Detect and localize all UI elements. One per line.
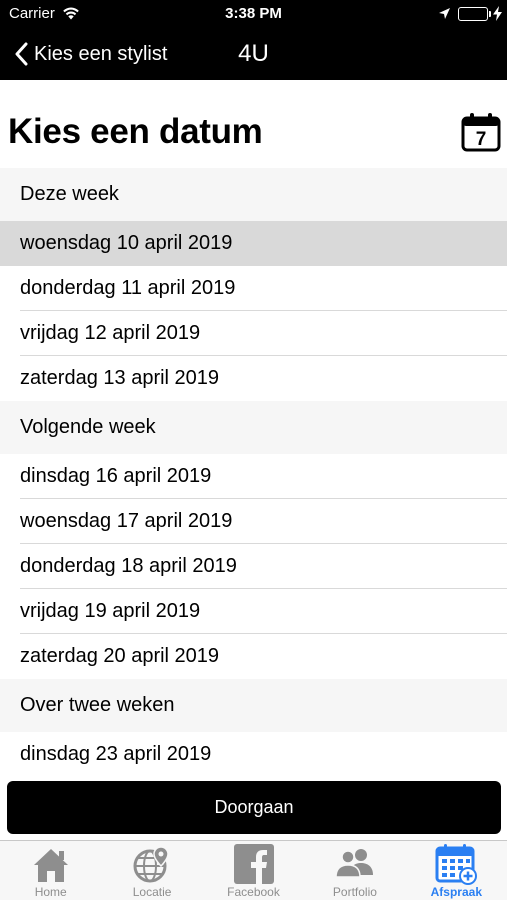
status-time: 3:38 PM (225, 5, 282, 22)
page-header: Kies een datum 7 (0, 80, 507, 168)
continue-button[interactable]: Doorgaan (7, 781, 501, 834)
date-row[interactable]: zaterdag 20 april 2019 (0, 634, 507, 679)
home-icon (29, 843, 73, 885)
date-row[interactable]: vrijdag 19 april 2019 (0, 589, 507, 634)
battery-tip (489, 11, 491, 17)
tab-label-locatie: Locatie (132, 885, 172, 899)
location-arrow-icon (438, 7, 451, 25)
calendar-add-icon (434, 843, 478, 885)
tab-home[interactable]: Home (0, 841, 101, 900)
date-row[interactable]: dinsdag 23 april 2019 (0, 732, 507, 777)
tab-portfolio[interactable]: Portfolio (304, 841, 405, 900)
tab-label-afspraak: Afspraak (430, 885, 482, 899)
tab-label-portfolio: Portfolio (332, 885, 377, 899)
date-row[interactable]: woensdag 10 april 2019 (0, 221, 507, 266)
chevron-left-icon (15, 42, 28, 66)
battery-icon (458, 7, 488, 21)
date-row[interactable]: dinsdag 16 april 2019 (0, 454, 507, 499)
tab-bar: Home Locatie Facebook Portfolio Afspraak (0, 840, 507, 900)
status-bar: Carrier 3:38 PM (0, 0, 507, 28)
tab-afspraak[interactable]: Afspraak (406, 841, 507, 900)
tab-label-home: Home (34, 885, 67, 899)
facebook-icon (232, 843, 276, 885)
date-row[interactable]: donderdag 18 april 2019 (0, 544, 507, 589)
section-header: Volgende week (0, 401, 507, 454)
date-row[interactable]: woensdag 17 april 2019 (0, 499, 507, 544)
date-row[interactable]: donderdag 11 april 2019 (0, 266, 507, 311)
back-button-label: Kies een stylist (34, 42, 168, 65)
back-button[interactable]: Kies een stylist (14, 39, 167, 69)
section-header: Deze week (0, 168, 507, 221)
globe-pin-icon (130, 843, 174, 885)
navigation-bar: 4U Kies een stylist (0, 28, 507, 80)
page-title: Kies een datum (8, 112, 263, 151)
people-icon (333, 843, 377, 885)
tab-locatie[interactable]: Locatie (101, 841, 202, 900)
charging-bolt-icon (493, 6, 502, 26)
date-list: Deze week woensdag 10 april 2019 donderdag… (0, 168, 507, 777)
tab-facebook[interactable]: Facebook (203, 841, 304, 900)
section-header: Over twee weken (0, 679, 507, 732)
calendar-icon: 7 (461, 113, 501, 152)
date-row[interactable]: zaterdag 13 april 2019 (0, 356, 507, 401)
calendar-day-number: 7 (476, 129, 487, 150)
calendar-button[interactable]: 7 (460, 111, 502, 153)
tab-label-facebook: Facebook (227, 885, 280, 899)
date-row[interactable]: vrijdag 12 april 2019 (0, 311, 507, 356)
